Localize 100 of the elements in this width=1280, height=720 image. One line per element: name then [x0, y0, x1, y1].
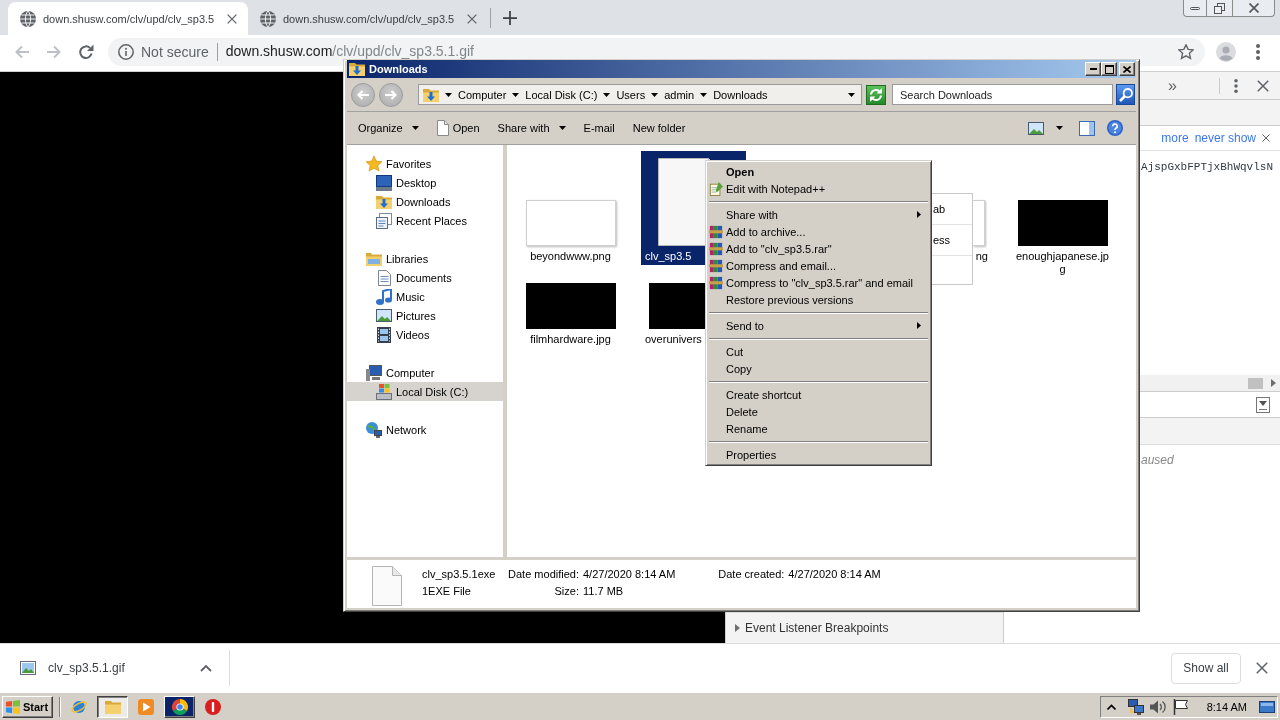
plus-icon[interactable] [503, 10, 517, 25]
archive-icon [709, 258, 723, 273]
browser-tab[interactable]: down.shusw.com/clv/upd/clv_sp3.5 [248, 2, 488, 35]
star-icon[interactable] [1178, 43, 1194, 60]
desktop-icon [376, 174, 392, 191]
flag-icon[interactable] [1172, 698, 1189, 715]
show-all-button[interactable]: Show all [1171, 652, 1241, 684]
breadcrumb-item[interactable]: Local Disk (C:) [525, 88, 598, 101]
refresh-button[interactable] [866, 84, 886, 105]
stacked-pages-icon [376, 212, 392, 229]
security-label[interactable]: Not secure [141, 43, 209, 60]
caret-icon[interactable] [700, 92, 708, 97]
file-item[interactable]: ng [973, 151, 992, 265]
nav-item[interactable]: Recent Places [347, 211, 503, 230]
maximize-icon [1104, 64, 1114, 74]
speaker-icon[interactable] [1149, 698, 1166, 715]
window-title: Downloads [369, 63, 428, 75]
file-name: clv_sp3.5.1exe [422, 567, 497, 582]
nav-item[interactable]: Downloads [347, 192, 503, 211]
download-item[interactable]: clv_sp3.5.1.gif [0, 650, 230, 686]
menu-item[interactable]: Restore previous versions [708, 291, 929, 308]
menu-dots-icon[interactable] [1234, 78, 1238, 93]
maximize-button[interactable] [1101, 62, 1117, 76]
start-button[interactable]: Start [2, 695, 53, 718]
menu-item[interactable]: Properties [708, 446, 929, 463]
network-icon[interactable] [1127, 698, 1144, 715]
alert-icon[interactable] [205, 698, 221, 715]
globe-icon [260, 10, 276, 27]
info-icon[interactable] [118, 43, 134, 60]
toolbar-button[interactable]: New folder [626, 116, 692, 140]
taskbar-button[interactable] [97, 695, 128, 718]
infobar-link[interactable]: never show [1194, 131, 1256, 145]
file-item[interactable]: beyondwww.png [518, 151, 623, 265]
caret-icon[interactable] [603, 92, 611, 97]
section-header[interactable]: Event Listener Breakpoints [726, 612, 1004, 643]
close-icon [1123, 65, 1131, 73]
archive-icon [709, 275, 723, 290]
caret-icon[interactable] [848, 92, 855, 97]
nav-item[interactable]: Videos [347, 325, 503, 344]
nav-item[interactable]: Favorites [347, 154, 503, 173]
file-item[interactable]: filmhardware.jpg [518, 280, 623, 348]
close-icon[interactable] [1257, 79, 1269, 92]
caret-icon[interactable] [512, 92, 520, 97]
clock[interactable]: 8:14 AM [1206, 700, 1247, 713]
browser-tab[interactable]: down.shusw.com/clv/upd/clv_sp3.5 [8, 2, 248, 35]
minimize-button[interactable] [1183, 0, 1207, 17]
close-icon[interactable] [467, 13, 477, 24]
menu-item[interactable]: Compress to "clv_sp3.5.rar" and email [708, 274, 929, 291]
breadcrumb-item[interactable]: Downloads [713, 88, 768, 101]
menu-item[interactable]: Cut [708, 343, 929, 360]
expand-triangle-icon[interactable] [735, 624, 740, 632]
nav-item[interactable]: Libraries [347, 249, 503, 268]
scrollbar-thumb[interactable] [1248, 377, 1263, 389]
close-icon[interactable] [227, 13, 237, 24]
search-button[interactable] [1116, 84, 1135, 105]
toolbar-button[interactable]: Share with [491, 116, 572, 140]
close-icon[interactable] [1262, 134, 1270, 142]
close-button[interactable] [1233, 0, 1275, 17]
menu-dots-icon[interactable] [1256, 43, 1260, 60]
menu-item[interactable]: Copy [708, 360, 929, 377]
nav-item[interactable]: Documents [347, 268, 503, 287]
nav-item[interactable]: Computer [347, 363, 503, 382]
more-tabs-button[interactable]: » [1168, 76, 1177, 95]
toolbar-button[interactable]: Open [430, 116, 486, 140]
orbit-icon[interactable] [71, 698, 87, 715]
breadcrumb-item[interactable]: admin [664, 88, 695, 101]
reload-icon[interactable] [78, 43, 94, 60]
menu-item[interactable]: Rename [708, 420, 929, 437]
caret-icon[interactable] [445, 92, 452, 97]
menu-item[interactable]: Create shortcut [708, 386, 929, 403]
file-item[interactable]: enoughjapanese.jpg [1010, 151, 1115, 278]
library-icon [366, 250, 382, 267]
menu-item[interactable]: Delete [708, 403, 929, 420]
restore-button[interactable] [1207, 0, 1233, 17]
caret-icon[interactable] [651, 92, 659, 97]
breadcrumb-item[interactable]: Users [616, 88, 646, 101]
toolbar-button[interactable]: Organize [352, 116, 425, 140]
show-desktop-icon[interactable] [1259, 698, 1275, 715]
search-icon [1118, 87, 1133, 102]
archive-icon [709, 241, 723, 256]
preview-pane-icon[interactable] [1079, 120, 1095, 136]
toolbar-button[interactable]: E-mail [577, 116, 621, 140]
breadcrumb-item[interactable]: Computer [458, 88, 507, 101]
picture-icon[interactable] [1028, 121, 1044, 135]
infobar-link[interactable]: more [1161, 131, 1189, 145]
nav-item[interactable]: Pictures [347, 306, 503, 325]
url-text: down.shusw.com/clv/upd/clv_sp3.5.1.gif [225, 44, 474, 59]
property-value: 11.7 MB [583, 584, 624, 599]
search-field[interactable]: Search Downloads [892, 84, 1113, 105]
menu-item[interactable]: Send to [708, 317, 929, 334]
nav-item[interactable]: Local Disk (C:) [347, 382, 503, 401]
help-icon[interactable] [1107, 120, 1123, 136]
up-caret-icon[interactable] [1106, 703, 1116, 710]
nav-item[interactable]: Network [347, 420, 503, 439]
address-bar[interactable]: Computer Local Disk (C:) Users admin Downloads [418, 84, 862, 105]
nav-item[interactable]: Desktop [347, 173, 503, 192]
close-icon[interactable] [1256, 662, 1268, 674]
right-arrow-icon[interactable] [1271, 379, 1276, 387]
caret-up-icon[interactable] [200, 664, 212, 672]
nav-item[interactable]: Music [347, 287, 503, 306]
